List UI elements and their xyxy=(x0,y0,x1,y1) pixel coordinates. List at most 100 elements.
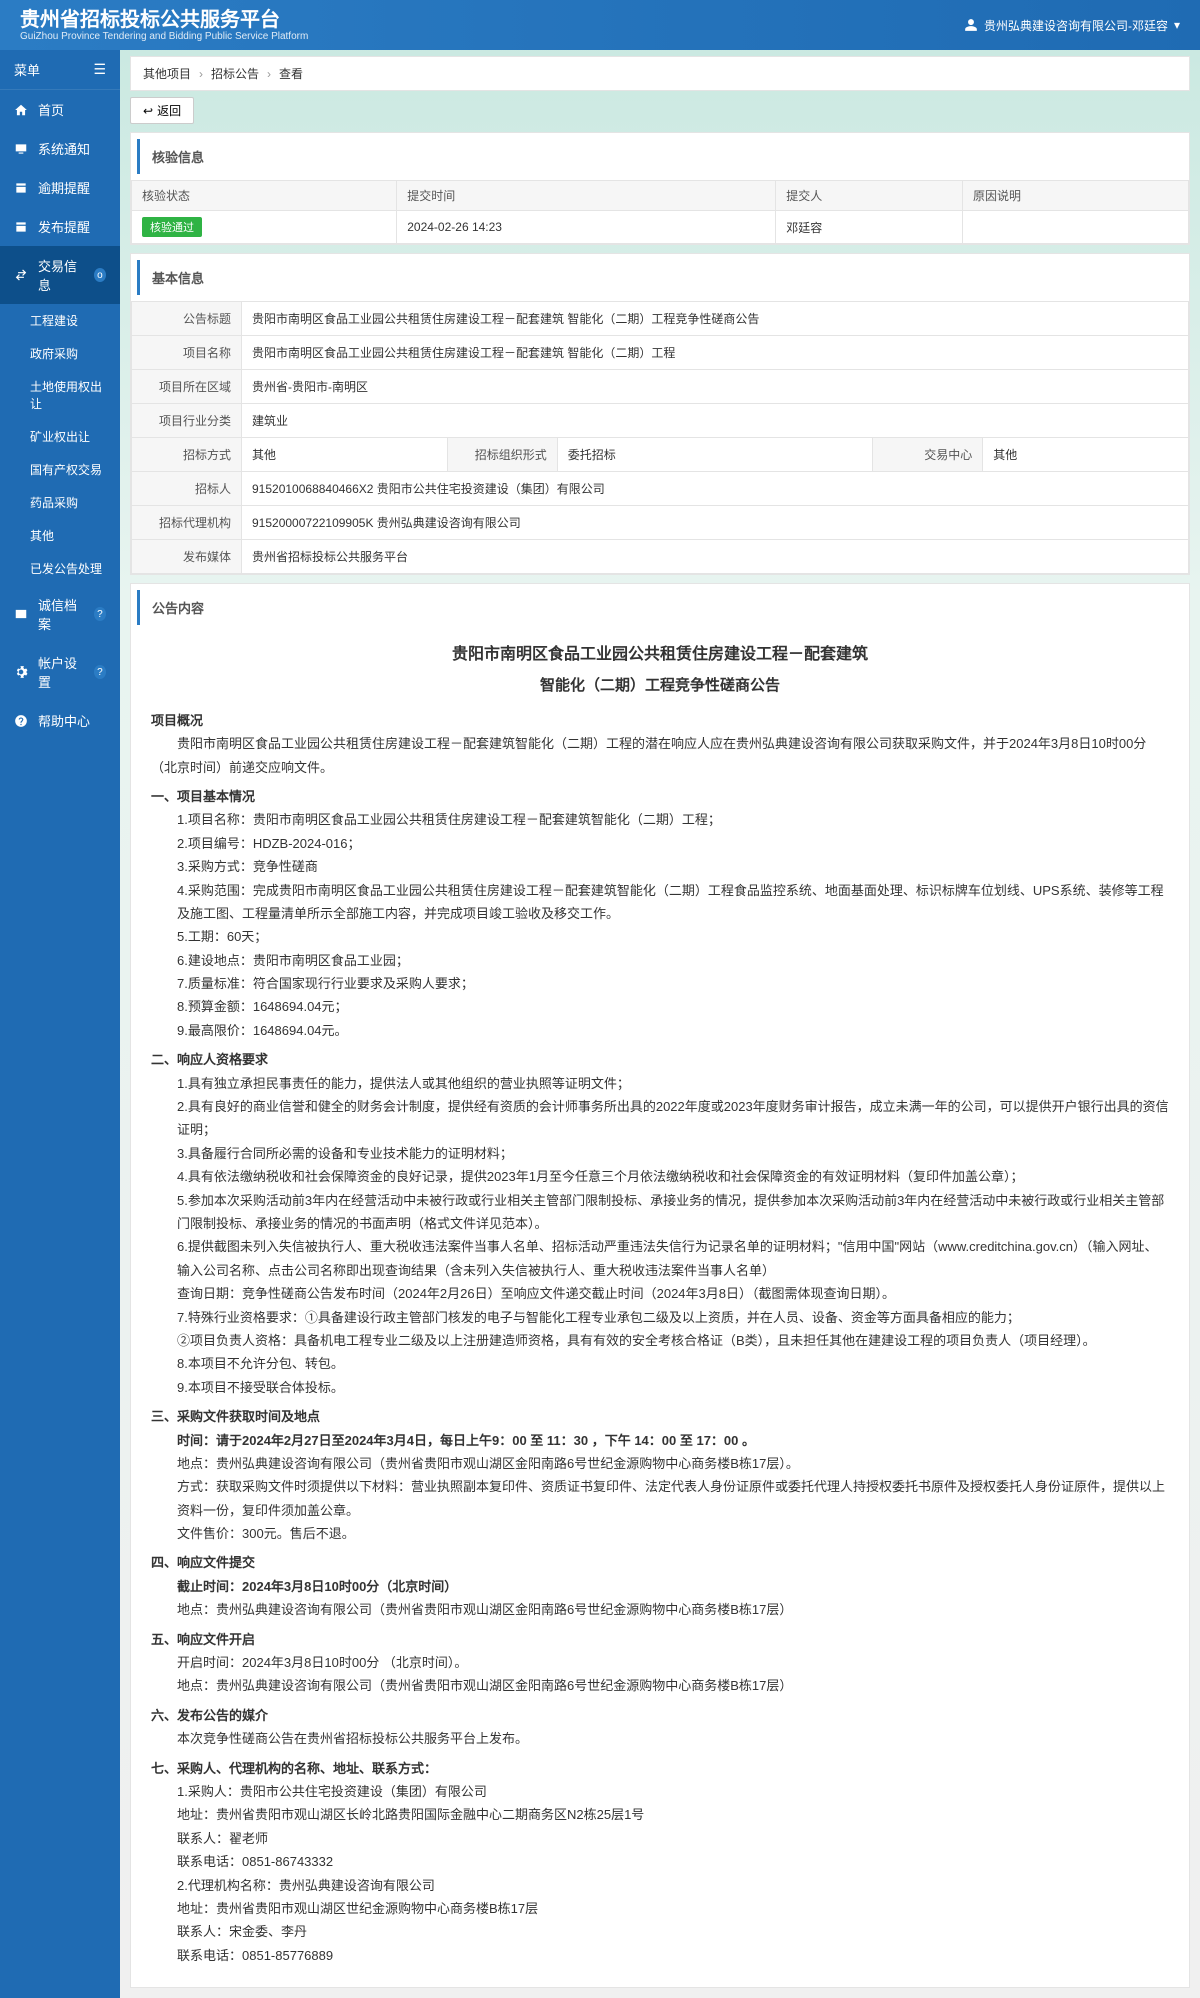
lab: 项目行业分类 xyxy=(132,404,242,438)
calendar-icon xyxy=(14,181,28,195)
overview-text: 贵阳市南明区食品工业园公共租赁住房建设工程－配套建筑智能化（二期）工程的潜在响应… xyxy=(151,732,1169,779)
list-item: 7.质量标准：符合国家现行行业要求及采购人要求； xyxy=(177,972,1169,995)
s5-block: 开启时间：2024年3月8日10时00分 （北京时间）。地点：贵州弘典建设咨询有… xyxy=(151,1651,1169,1698)
chevron-right-icon: › xyxy=(267,67,271,81)
s3-block: 时间：请于2024年2月27日至2024年3月4日，每日上午9：00 至 11：… xyxy=(151,1429,1169,1546)
breadcrumb: 其他项目 › 招标公告 › 查看 xyxy=(130,56,1190,91)
verify-card: 核验信息 核验状态 提交时间 提交人 原因说明 核验通过 2024-02-26 … xyxy=(130,132,1190,245)
sidebar-item-label: 逾期提醒 xyxy=(38,178,90,197)
crumb-a[interactable]: 其他项目 xyxy=(143,65,191,82)
sidebar-item-trade[interactable]: 交易信息 o xyxy=(0,246,120,304)
verify-table: 核验状态 提交时间 提交人 原因说明 核验通过 2024-02-26 14:23… xyxy=(131,180,1189,244)
s1-heading: 一、项目基本情况 xyxy=(151,785,1169,808)
lab: 交易中心 xyxy=(873,438,983,472)
val: 其他 xyxy=(983,438,1189,472)
help-icon xyxy=(14,714,28,728)
lab: 项目所在区域 xyxy=(132,370,242,404)
sidebar-item-label: 系统通知 xyxy=(38,139,90,158)
submit-time: 2024-02-26 14:23 xyxy=(397,211,776,244)
list-item: 文件售价：300元。售后不退。 xyxy=(177,1522,1169,1545)
basic-title: 基本信息 xyxy=(137,260,1183,295)
menu-toggle-icon[interactable]: ☰ xyxy=(93,61,106,78)
list-item: 开启时间：2024年3月8日10时00分 （北京时间）。 xyxy=(177,1651,1169,1674)
list-item: 2.项目编号：HDZB-2024-016； xyxy=(177,832,1169,855)
col-header: 原因说明 xyxy=(962,181,1188,211)
status-badge: 核验通过 xyxy=(142,217,202,237)
sidebar-item-label: 交易信息 xyxy=(38,256,84,294)
badge-icon: o xyxy=(94,268,106,282)
sidebar-item-publish[interactable]: 发布提醒 xyxy=(0,207,120,246)
sidebar-item-home[interactable]: 首页 xyxy=(0,90,120,129)
lab: 项目名称 xyxy=(132,336,242,370)
overview-heading: 项目概况 xyxy=(151,709,1169,732)
sidebar-item-overdue[interactable]: 逾期提醒 xyxy=(0,168,120,207)
caret-down-icon: ▾ xyxy=(1174,18,1180,32)
submenu-state[interactable]: 国有产权交易 xyxy=(0,453,120,486)
lab: 招标组织形式 xyxy=(447,438,557,472)
list-item: 6.建设地点：贵阳市南明区食品工业园； xyxy=(177,949,1169,972)
submenu-engineering[interactable]: 工程建设 xyxy=(0,304,120,337)
chevron-right-icon: › xyxy=(199,67,203,81)
list-item: 6.提供截图未列入失信被执行人、重大税收违法案件当事人名单、招标活动严重违法失信… xyxy=(177,1235,1169,1282)
back-button[interactable]: ↩ 返回 xyxy=(130,97,194,124)
list-item: 5.工期：60天； xyxy=(177,925,1169,948)
submenu-other[interactable]: 其他 xyxy=(0,519,120,552)
submenu-gov[interactable]: 政府采购 xyxy=(0,337,120,370)
s1-list: 1.项目名称：贵阳市南明区食品工业园公共租赁住房建设工程－配套建筑智能化（二期）… xyxy=(151,808,1169,1042)
doc-title-2: 智能化（二期）工程竞争性磋商公告 xyxy=(151,672,1169,699)
menu-label: 菜单 xyxy=(14,60,40,79)
list-item: 地点：贵州弘典建设咨询有限公司（贵州省贵阳市观山湖区金阳南路6号世纪金源购物中心… xyxy=(177,1452,1169,1475)
crumb-b[interactable]: 招标公告 xyxy=(211,65,259,82)
monitor-icon xyxy=(14,142,28,156)
col-header: 提交时间 xyxy=(397,181,776,211)
verify-title: 核验信息 xyxy=(137,139,1183,174)
content-section-title: 公告内容 xyxy=(137,590,1183,625)
s7-heading: 七、采购人、代理机构的名称、地址、联系方式： xyxy=(151,1757,1169,1780)
submenu-land[interactable]: 土地使用权出让 xyxy=(0,370,120,420)
list-item: 5.参加本次采购活动前3年内在经营活动中未被行政或行业相关主管部门限制投标、承接… xyxy=(177,1189,1169,1236)
doc-title-1: 贵阳市南明区食品工业园公共租赁住房建设工程－配套建筑 xyxy=(151,641,1169,670)
list-item: 3.具备履行合同所必需的设备和专业技术能力的证明材料； xyxy=(177,1142,1169,1165)
submenu-drug[interactable]: 药品采购 xyxy=(0,486,120,519)
s5-heading: 五、响应文件开启 xyxy=(151,1628,1169,1651)
list-item: 2.具有良好的商业信誉和健全的财务会计制度，提供经有资质的会计师事务所出具的20… xyxy=(177,1095,1169,1142)
crumb-c: 查看 xyxy=(279,65,303,82)
s6-text: 本次竞争性磋商公告在贵州省招标投标公共服务平台上发布。 xyxy=(151,1727,1169,1750)
site-subtitle: GuiZhou Province Tendering and Bidding P… xyxy=(20,31,308,42)
list-item: 4.采购范围：完成贵阳市南明区食品工业园公共租赁住房建设工程－配套建筑智能化（二… xyxy=(177,879,1169,926)
sidebar: 菜单 ☰ 首页 系统通知 逾期提醒 发布提醒 交易信息 o 工程建设 政府采购 … xyxy=(0,50,120,1998)
user-area[interactable]: 贵州弘典建设咨询有限公司-邓廷容 ▾ xyxy=(964,17,1180,34)
list-item: ②项目负责人资格：具备机电工程专业二级及以上注册建造师资格，具有有效的安全考核合… xyxy=(177,1329,1169,1352)
exchange-icon xyxy=(14,268,28,282)
badge-icon: ? xyxy=(94,665,106,679)
val: 贵阳市南明区食品工业园公共租赁住房建设工程－配套建筑 智能化（二期）工程竞争性磋… xyxy=(242,302,1189,336)
lab: 招标方式 xyxy=(132,438,242,472)
list-item: 联系电话：0851-86743332 xyxy=(177,1850,1169,1873)
top-header: 贵州省招标投标公共服务平台 GuiZhou Province Tendering… xyxy=(0,0,1200,50)
list-item: 3.采购方式：竞争性磋商 xyxy=(177,855,1169,878)
sidebar-item-credit[interactable]: 诚信档案 ? xyxy=(0,585,120,643)
val: 贵阳市南明区食品工业园公共租赁住房建设工程－配套建筑 智能化（二期）工程 xyxy=(242,336,1189,370)
sidebar-item-notice[interactable]: 系统通知 xyxy=(0,129,120,168)
sidebar-item-help[interactable]: 帮助中心 xyxy=(0,701,120,740)
col-header: 提交人 xyxy=(776,181,963,211)
list-item: 1.项目名称：贵阳市南明区食品工业园公共租赁住房建设工程－配套建筑智能化（二期）… xyxy=(177,808,1169,831)
val: 委托招标 xyxy=(557,438,872,472)
id-icon xyxy=(14,607,28,621)
lab: 招标代理机构 xyxy=(132,506,242,540)
sidebar-item-label: 发布提醒 xyxy=(38,217,90,236)
main-content: 其他项目 › 招标公告 › 查看 ↩ 返回 核验信息 核验状态 提交时间 提交人… xyxy=(120,50,1200,1998)
lab: 招标人 xyxy=(132,472,242,506)
list-item: 地址：贵州省贵阳市观山湖区长岭北路贵阳国际金融中心二期商务区N2栋25层1号 xyxy=(177,1803,1169,1826)
document-body: 贵阳市南明区食品工业园公共租赁住房建设工程－配套建筑 智能化（二期）工程竞争性磋… xyxy=(131,625,1189,1987)
sidebar-item-account[interactable]: 帐户设置 ? xyxy=(0,643,120,701)
basic-table: 公告标题贵阳市南明区食品工业园公共租赁住房建设工程－配套建筑 智能化（二期）工程… xyxy=(131,301,1189,574)
sidebar-item-label: 首页 xyxy=(38,100,64,119)
sidebar-item-label: 帮助中心 xyxy=(38,711,90,730)
s4-heading: 四、响应文件提交 xyxy=(151,1551,1169,1574)
s6-heading: 六、发布公告的媒介 xyxy=(151,1704,1169,1727)
list-item: 8.预算金额：1648694.04元； xyxy=(177,995,1169,1018)
submenu-mining[interactable]: 矿业权出让 xyxy=(0,420,120,453)
submenu-published[interactable]: 已发公告处理 xyxy=(0,552,120,585)
s4-deadline: 截止时间：2024年3月8日10时00分（北京时间） xyxy=(177,1575,1169,1598)
